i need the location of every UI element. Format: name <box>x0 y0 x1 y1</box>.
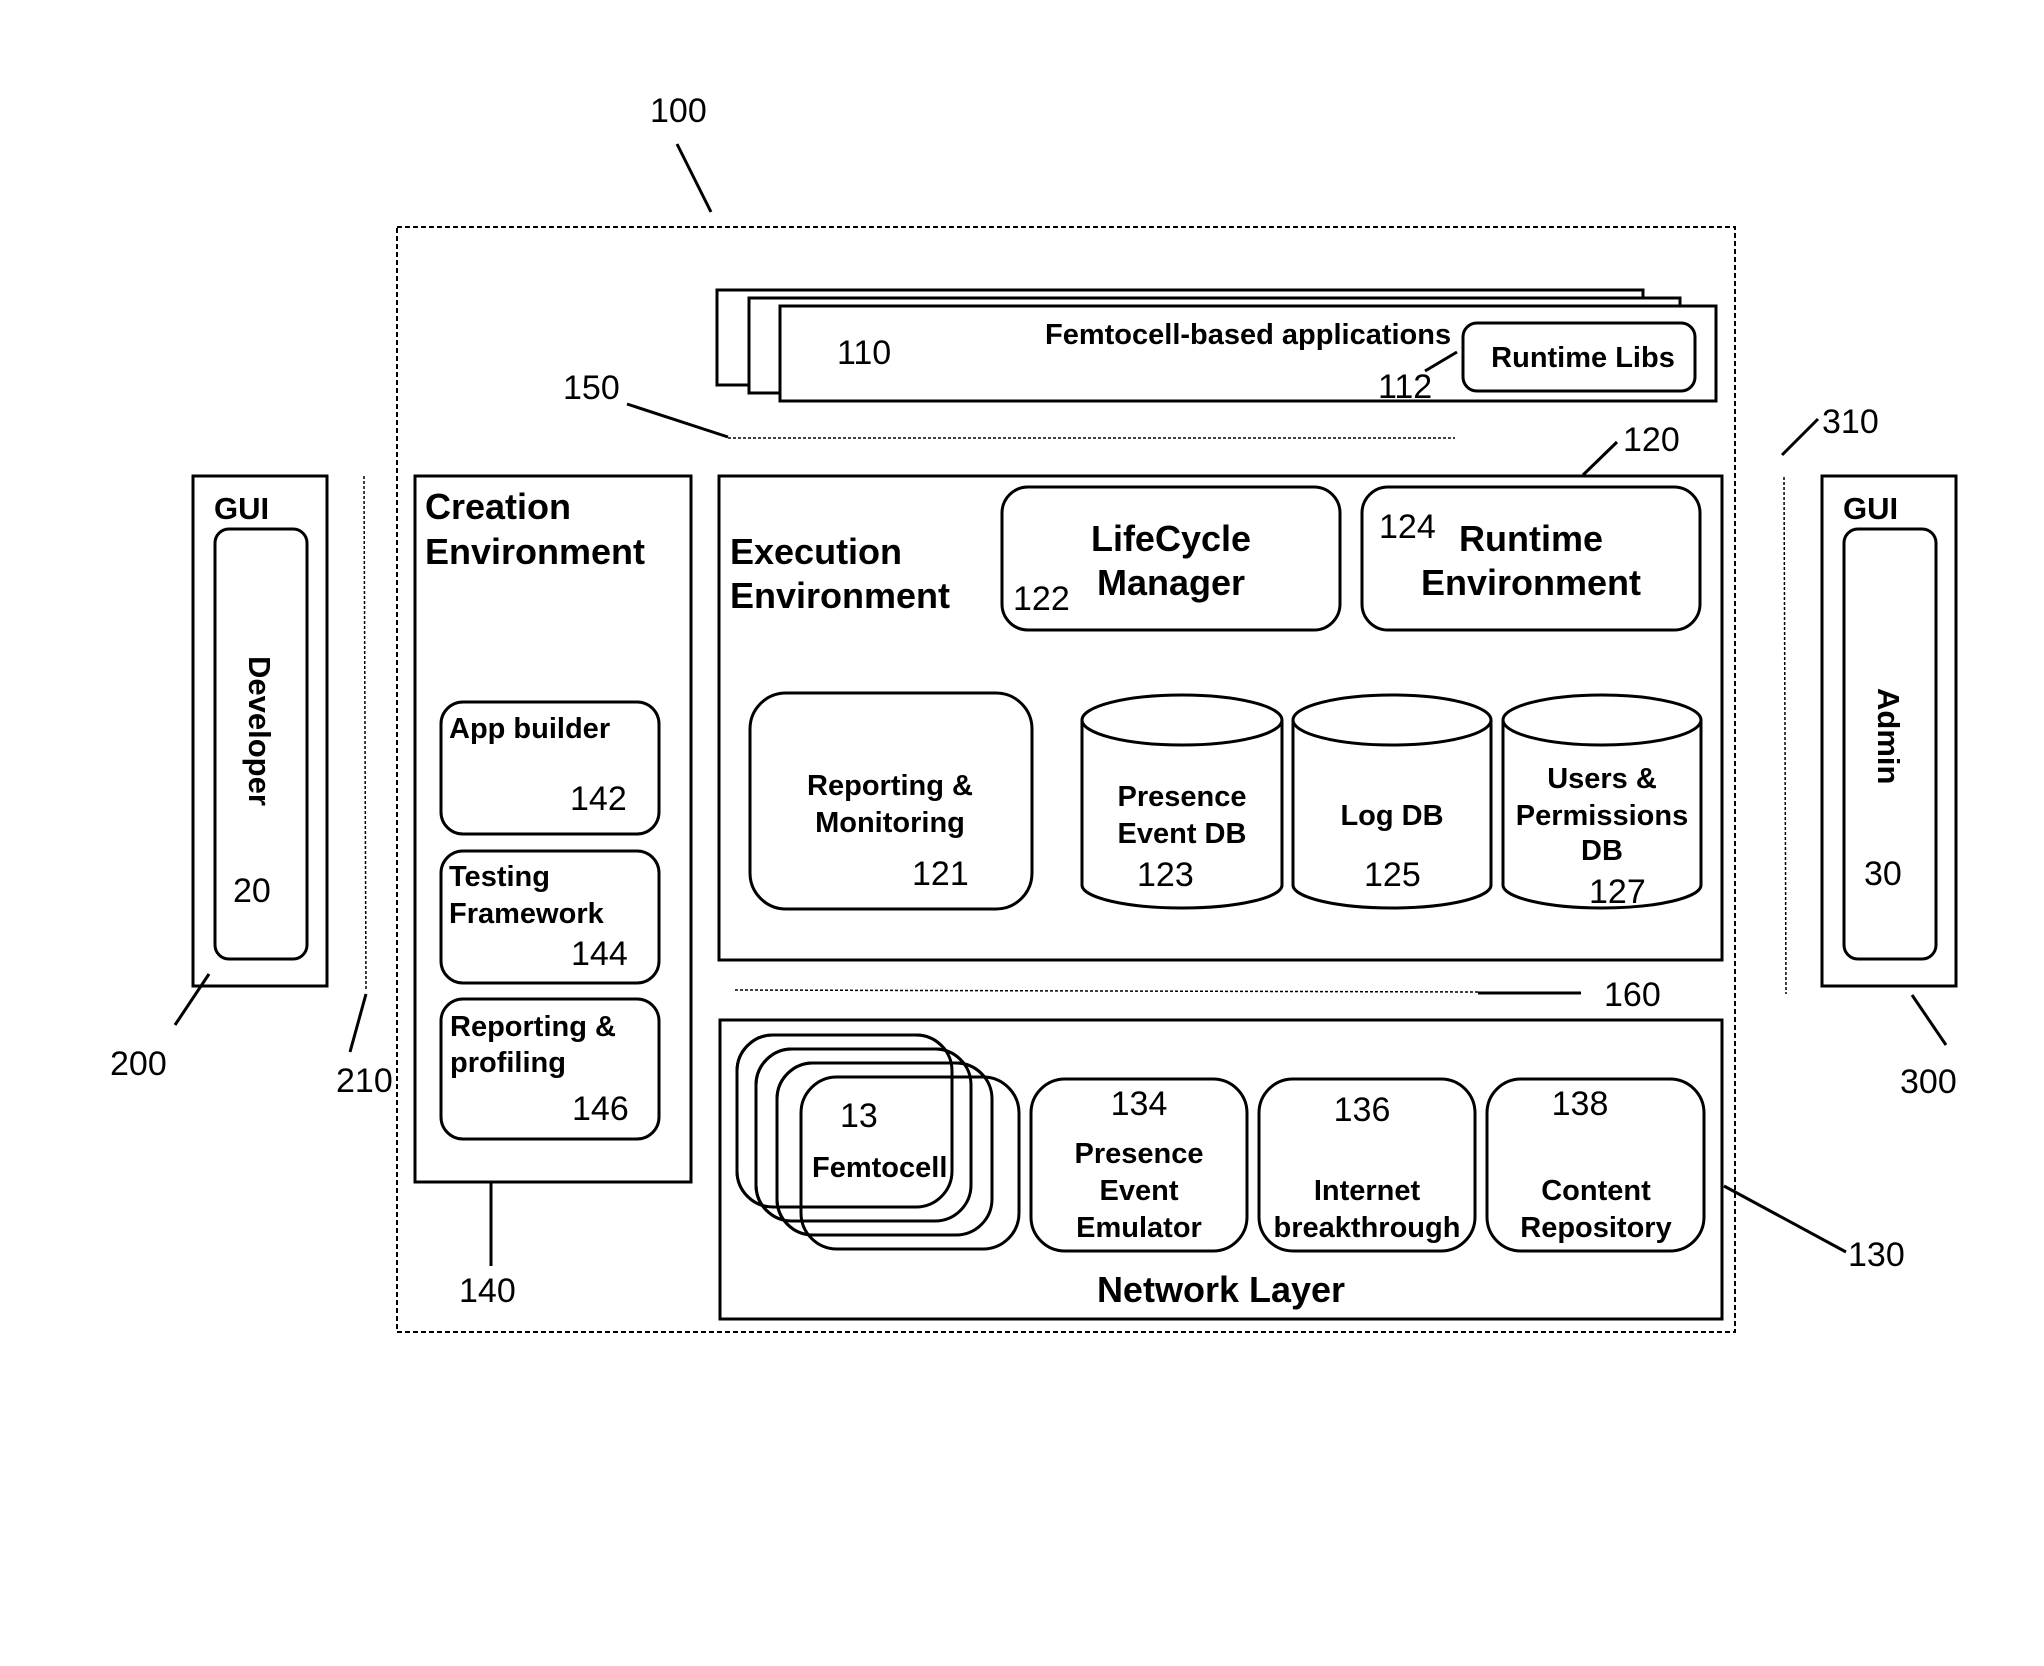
lifecycle-line2: Manager <box>1097 562 1245 603</box>
testing-framework-ref: 144 <box>571 935 628 973</box>
ref-130-label: 130 <box>1848 1236 1905 1274</box>
ref-210-label: 210 <box>336 1062 393 1100</box>
admin-gui[interactable]: GUI Admin 30 <box>1820 474 1958 988</box>
ref-300-label: 300 <box>1900 1063 1957 1101</box>
admin-ref: 30 <box>1864 855 1902 893</box>
ref-300-leader <box>1910 994 1948 1046</box>
ib-line3: breakthrough <box>1274 1212 1461 1244</box>
apps-title: Femtocell-based applications <box>1045 319 1451 351</box>
creation-title-line1: Creation <box>425 486 571 527</box>
runtime-line2: Environment <box>1421 562 1641 603</box>
db-presence-ref: 123 <box>1137 856 1194 894</box>
db-users-line1: Users & <box>1547 763 1657 795</box>
developer-role-label: Developer <box>242 656 277 806</box>
db-log-line1: Log DB <box>1340 800 1443 832</box>
developer-link-210 <box>363 475 367 991</box>
runtime-libs-label: Runtime Libs <box>1491 342 1675 374</box>
execution-title-line1: Execution <box>730 531 902 572</box>
apps-ref: 110 <box>837 334 891 372</box>
ref-150-label: 150 <box>563 369 620 407</box>
creation-environment: Creation Environment App builder 142 Tes… <box>413 474 693 1184</box>
admin-gui-title: GUI <box>1843 491 1898 526</box>
admin-link-310 <box>1783 476 1787 995</box>
execution-title-line2: Environment <box>730 575 950 616</box>
femtocell-apps-stack: 110 Femtocell-based applications Runtime… <box>715 288 1718 406</box>
db-presence-line1: Presence <box>1118 781 1247 813</box>
ref-310-label: 310 <box>1822 403 1879 441</box>
runtime-line1: Runtime <box>1459 518 1603 559</box>
ref-200-label: 200 <box>110 1045 167 1083</box>
femtocell-ref: 13 <box>840 1097 878 1135</box>
pee-line2: Event <box>1100 1175 1179 1207</box>
ref-150-leader <box>626 402 729 439</box>
cr-ref: 138 <box>1552 1085 1609 1123</box>
developer-ref: 20 <box>233 872 271 910</box>
ref-210-leader <box>348 993 368 1053</box>
ref-140-label: 140 <box>459 1272 516 1310</box>
reporting-profiling-ref: 146 <box>572 1090 629 1128</box>
developer-gui-title: GUI <box>214 491 269 526</box>
testing-framework-line1: Testing <box>449 861 550 893</box>
architecture-diagram: 100 110 Femtocell-based applications Run… <box>110 92 1958 1333</box>
developer-gui[interactable]: GUI Developer 20 <box>191 474 329 988</box>
app-builder-ref: 142 <box>570 780 627 818</box>
bus-160 <box>734 989 1479 993</box>
cr-line3: Repository <box>1520 1212 1671 1244</box>
testing-framework-line2: Framework <box>449 898 605 930</box>
execution-environment: Execution Environment LifeCycle Manager … <box>717 474 1724 962</box>
runtime-ref: 124 <box>1379 508 1436 546</box>
lifecycle-ref: 122 <box>1013 580 1070 618</box>
pee-line1: Presence <box>1075 1138 1204 1170</box>
pee-line3: Emulator <box>1076 1212 1202 1244</box>
db-log-ref: 125 <box>1364 856 1421 894</box>
lifecycle-line1: LifeCycle <box>1091 518 1251 559</box>
network-layer-title: Network Layer <box>1097 1269 1345 1310</box>
db-presence-line2: Event DB <box>1118 818 1247 850</box>
db-cylinder-top <box>1291 693 1493 747</box>
ref-120-label: 120 <box>1623 421 1680 459</box>
femtocell-label: Femtocell <box>812 1152 947 1184</box>
ref-160-label: 160 <box>1604 976 1661 1014</box>
db-users-line3: DB <box>1581 835 1623 867</box>
pee-ref: 134 <box>1111 1085 1168 1123</box>
ib-line2: Internet <box>1314 1175 1421 1207</box>
db-log[interactable]: Log DB 125 <box>1291 693 1493 910</box>
creation-title-line2: Environment <box>425 531 645 572</box>
network-layer: 13 Femtocell 134 Presence Event Emulator… <box>718 1018 1724 1321</box>
ref-120-leader <box>1581 440 1619 477</box>
ib-ref: 136 <box>1334 1091 1391 1129</box>
db-presence-event[interactable]: Presence Event DB 123 <box>1080 693 1284 910</box>
ref-100-label: 100 <box>650 92 707 130</box>
app-builder-label: App builder <box>449 713 610 745</box>
runtime-libs-ref: 112 <box>1378 368 1432 406</box>
db-cylinder-top <box>1501 693 1703 747</box>
reporting-profiling-line1: Reporting & <box>450 1011 616 1043</box>
admin-role-label: Admin <box>1871 688 1906 784</box>
db-cylinder-top <box>1080 693 1284 747</box>
reporting-profiling-line2: profiling <box>450 1047 566 1079</box>
db-users-ref: 127 <box>1589 873 1646 911</box>
reporting-monitoring-line1: Reporting & <box>807 770 973 802</box>
db-users-line2: Permissions <box>1516 800 1688 832</box>
cr-line2: Content <box>1541 1175 1651 1207</box>
ref-310-leader <box>1780 417 1820 457</box>
reporting-monitoring-ref: 121 <box>912 855 969 893</box>
ref-100-leader <box>675 143 713 213</box>
ref-130-leader <box>1723 1184 1847 1254</box>
db-users-permissions[interactable]: Users & Permissions DB 127 <box>1501 693 1703 911</box>
reporting-monitoring-line2: Monitoring <box>815 807 965 839</box>
